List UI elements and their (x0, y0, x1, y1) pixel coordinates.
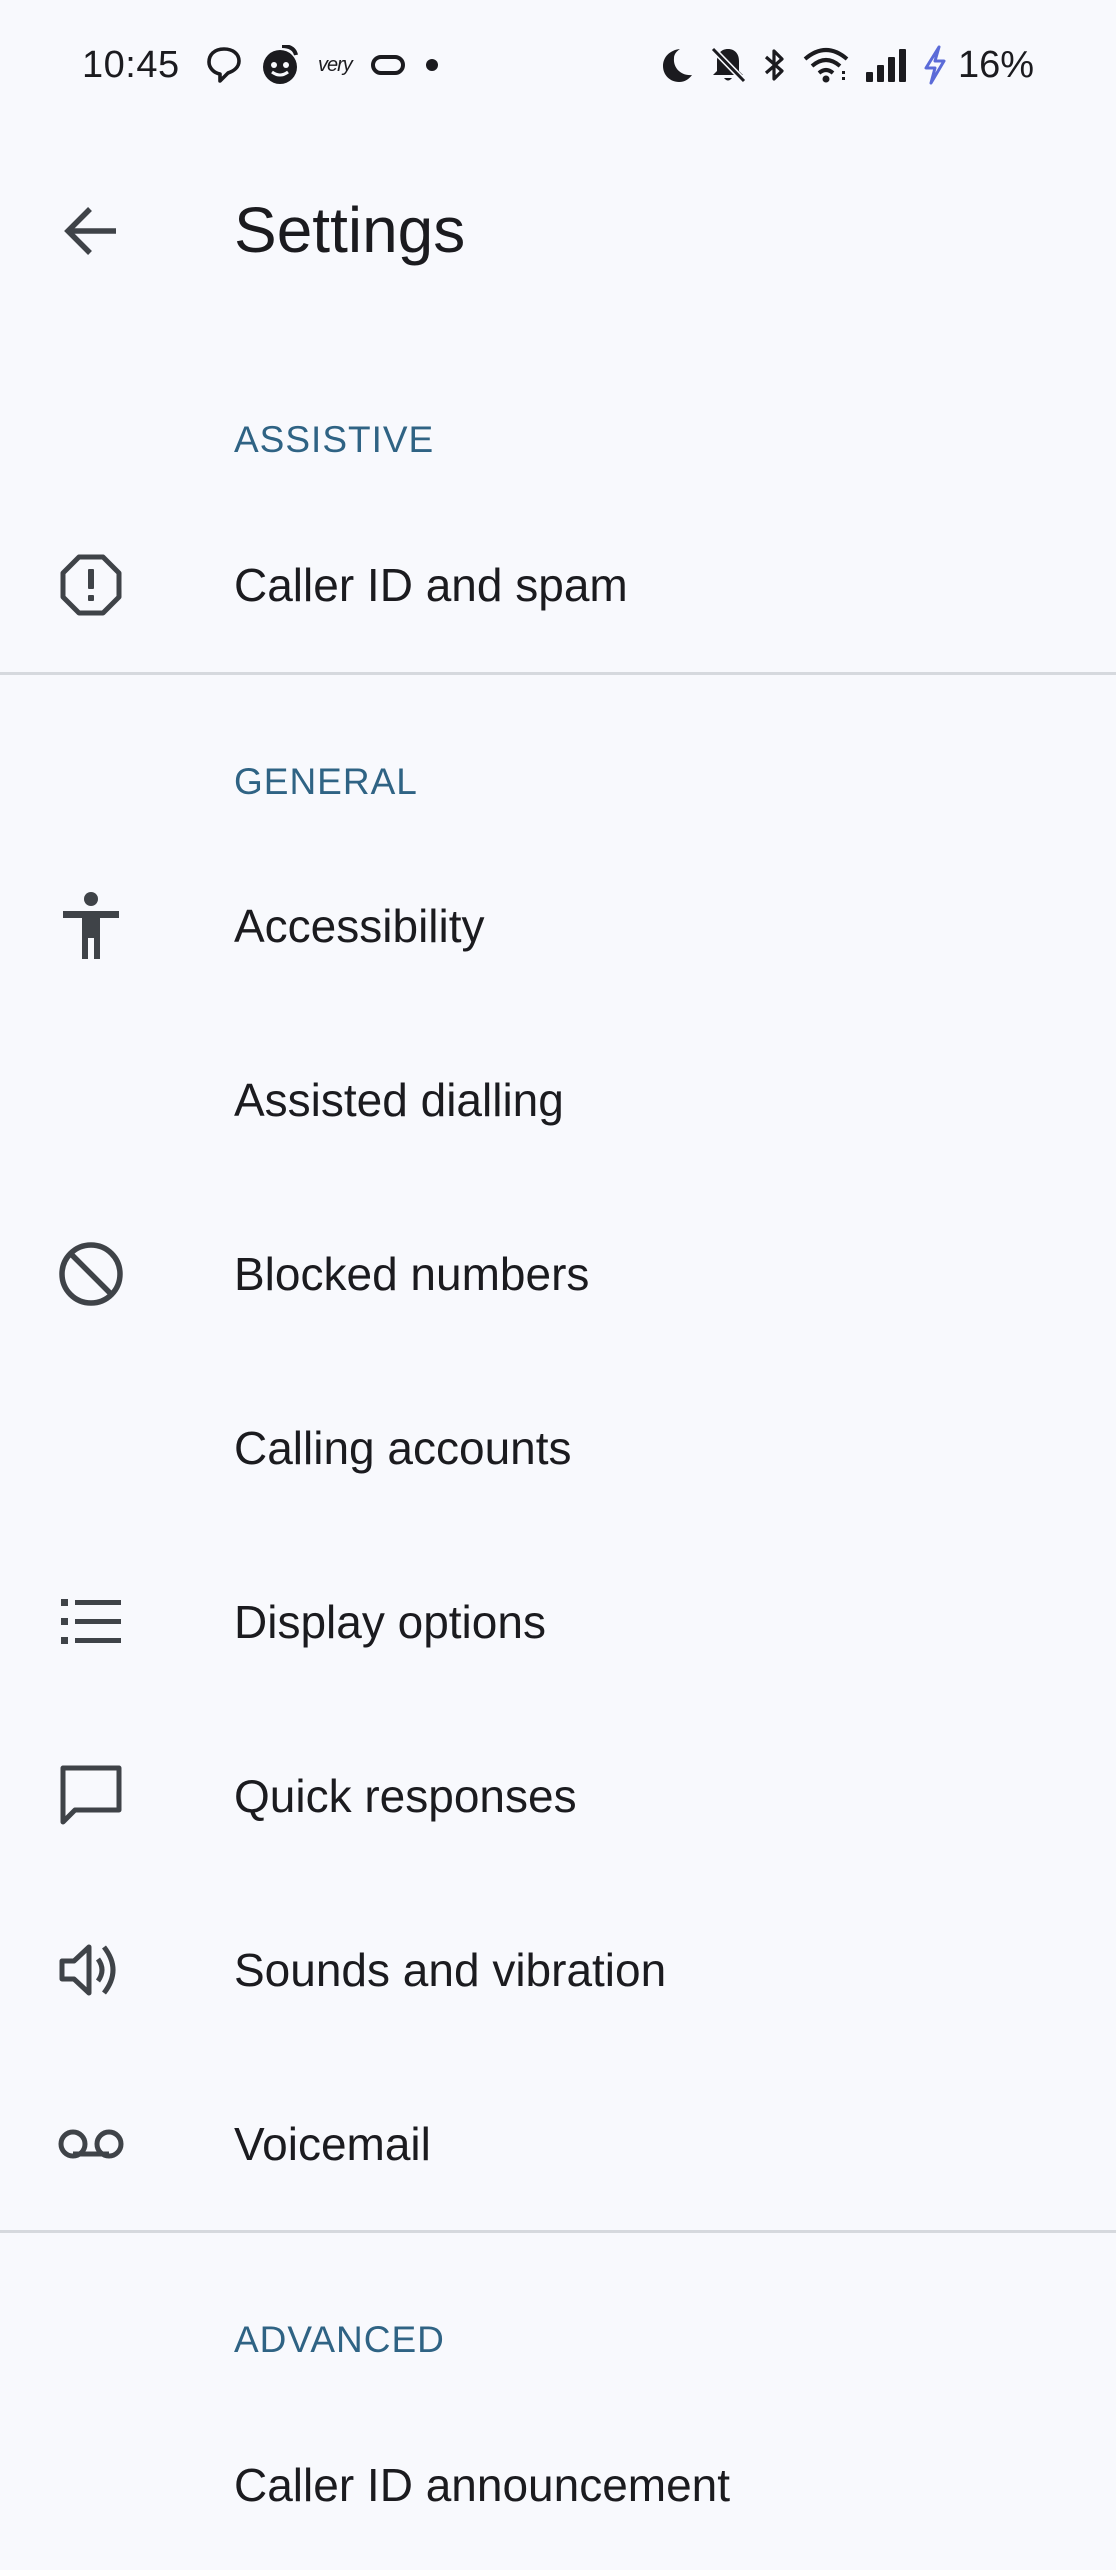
battery-percentage: 16% (957, 44, 1034, 86)
settings-item-label: Assisted dialling (234, 1074, 564, 1126)
voicemail-icon (56, 2109, 126, 2179)
arrow-back-icon (62, 204, 120, 263)
wifi-icon (802, 45, 850, 85)
pill-app-icon (370, 54, 406, 76)
chat-bubble-icon (206, 46, 242, 84)
cell-signal-icon (864, 46, 908, 84)
settings-item-label: Caller ID and spam (234, 559, 628, 611)
settings-item-caller-id-and-spam[interactable]: Caller ID and spam (0, 500, 1116, 670)
top-app-bar: Settings (0, 150, 1116, 310)
status-time: 10:45 (82, 44, 180, 86)
do-not-disturb-moon-icon (656, 46, 694, 84)
list-icon (56, 1587, 126, 1657)
settings-item-assisted-dialling[interactable]: Assisted dialling (0, 1015, 1116, 1185)
settings-item-accessibility[interactable]: Accessibility (0, 841, 1116, 1011)
settings-item-label: Quick responses (234, 1770, 577, 1822)
face-app-icon (260, 45, 300, 85)
settings-item-calling-accounts[interactable]: Calling accounts (0, 1363, 1116, 1533)
bluetooth-icon (762, 45, 788, 85)
section-header-advanced: ADVANCED (234, 2319, 445, 2360)
section-header-general: GENERAL (234, 761, 418, 802)
very-app-icon: very (318, 54, 353, 76)
settings-item-label: Display options (234, 1596, 546, 1648)
settings-item-label: Accessibility (234, 900, 485, 952)
settings-item-sounds-and-vibration[interactable]: Sounds and vibration (0, 1885, 1116, 2055)
bell-off-icon (708, 45, 748, 85)
notification-icons: very (206, 42, 440, 88)
status-bar: 10:45 very 16% (0, 0, 1116, 130)
settings-item-voicemail[interactable]: Voicemail (0, 2059, 1116, 2229)
settings-item-quick-responses[interactable]: Quick responses (0, 1711, 1116, 1881)
block-icon (56, 1239, 126, 1309)
volume-icon (56, 1935, 126, 2005)
settings-item-label: Caller ID announcement (234, 2459, 731, 2511)
settings-item-label: Voicemail (234, 2118, 431, 2170)
settings-item-label: Calling accounts (234, 1422, 572, 1474)
accessibility-icon (56, 891, 126, 961)
settings-item-caller-id-announcement[interactable]: Caller ID announcement (0, 2400, 1116, 2570)
alert-octagon-icon (56, 550, 126, 620)
section-divider (0, 2230, 1116, 2233)
charging-bolt-icon (922, 45, 948, 85)
dot-icon (424, 57, 440, 73)
settings-item-blocked-numbers[interactable]: Blocked numbers (0, 1189, 1116, 1359)
system-status-icons: 16% (656, 40, 1034, 90)
settings-item-label: Blocked numbers (234, 1248, 590, 1300)
message-icon (56, 1761, 126, 1831)
settings-item-display-options[interactable]: Display options (0, 1537, 1116, 1707)
settings-item-label: Sounds and vibration (234, 1944, 667, 1996)
section-header-assistive: ASSISTIVE (234, 419, 435, 460)
section-divider (0, 672, 1116, 675)
back-button[interactable] (48, 190, 134, 276)
page-title: Settings (234, 194, 466, 266)
